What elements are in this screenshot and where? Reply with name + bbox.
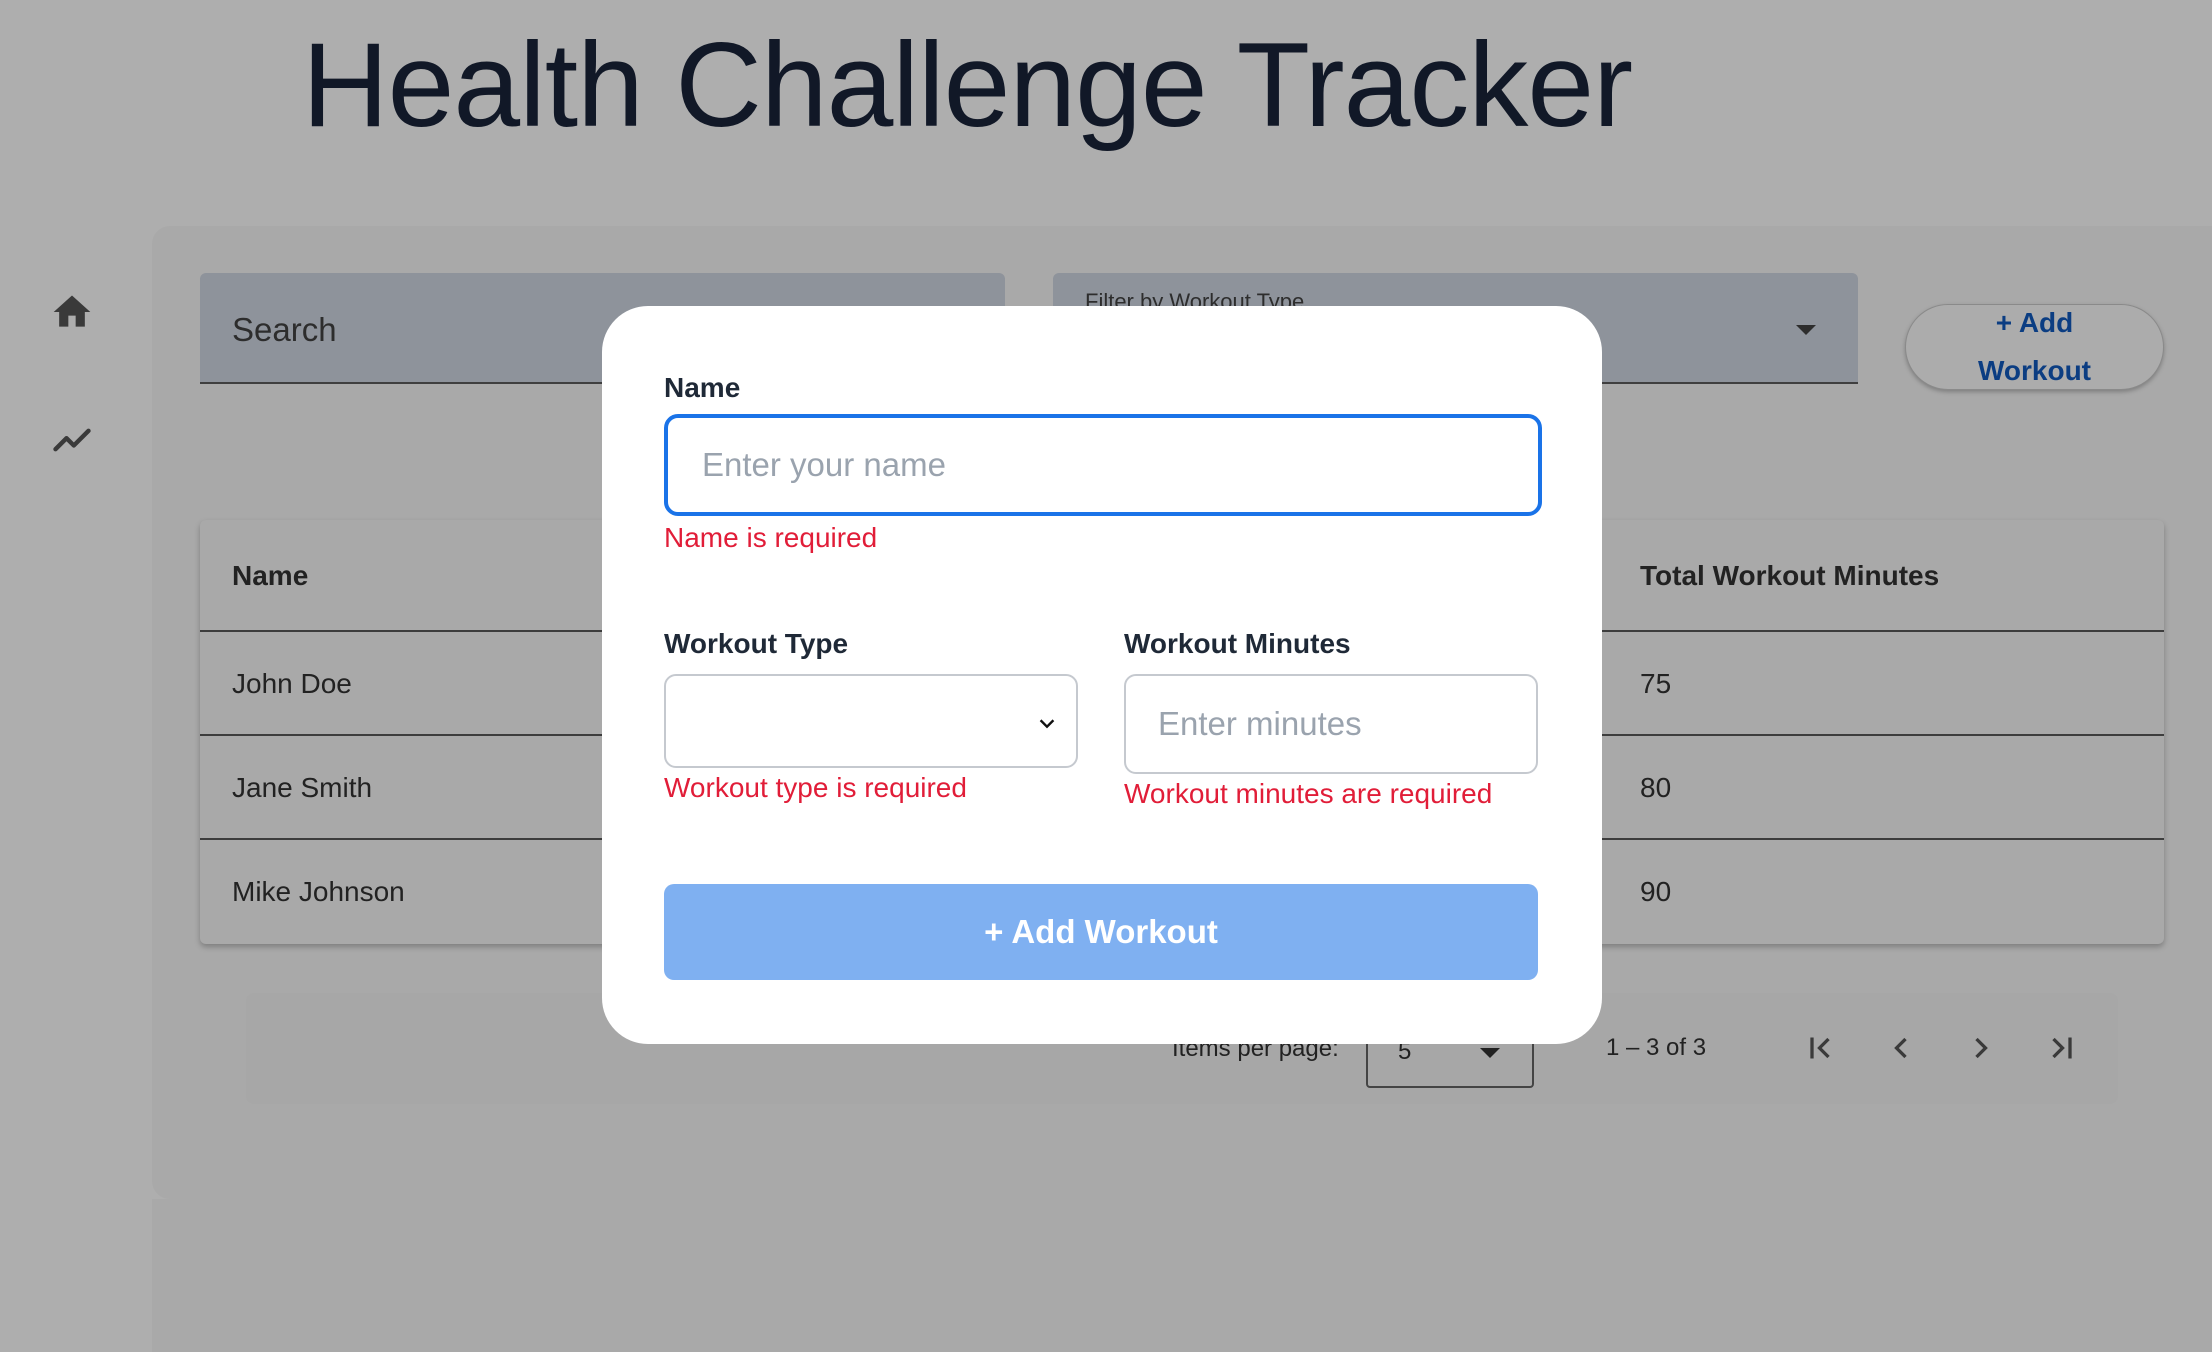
- first-page-button[interactable]: [1801, 1028, 1841, 1068]
- workout-minutes-label: Workout Minutes: [1124, 628, 1351, 659]
- next-page-button[interactable]: [1961, 1028, 2001, 1068]
- add-workout-dialog: Name Name is required Workout Type Worko…: [602, 306, 1602, 1044]
- chevron-right-icon: [1975, 1037, 1988, 1059]
- page-range: 1 – 3 of 3: [1606, 1034, 1707, 1061]
- name-error: Name is required: [664, 522, 878, 553]
- first-page-icon: [1810, 1037, 1830, 1059]
- dropdown-arrow-icon: [1796, 325, 1816, 335]
- lower-panel: [152, 1199, 2212, 1352]
- submit-add-workout-button[interactable]: + Add Workout: [664, 884, 1538, 980]
- row-name: Mike Johnson: [232, 876, 405, 907]
- column-header-name[interactable]: Name: [232, 560, 308, 592]
- row-minutes: 80: [1640, 772, 1672, 803]
- chevron-down-icon: [1039, 719, 1055, 729]
- nav-progress-button[interactable]: [44, 412, 100, 468]
- last-page-icon: [2052, 1037, 2072, 1059]
- home-icon: [53, 295, 91, 327]
- name-label: Name: [664, 372, 741, 403]
- sidebar: [0, 0, 152, 1352]
- workout-type-select[interactable]: [664, 674, 1078, 768]
- add-workout-label-line2: Workout: [1977, 355, 2092, 386]
- dropdown-arrow-icon: [1480, 1048, 1500, 1058]
- row-minutes: 75: [1640, 668, 1672, 699]
- column-header-minutes[interactable]: Total Workout Minutes: [1640, 560, 1939, 592]
- workout-type-error: Workout type is required: [664, 772, 967, 803]
- trending-icon: [53, 428, 91, 452]
- chevron-left-icon: [1894, 1037, 1907, 1059]
- row-name: Jane Smith: [232, 772, 373, 803]
- page-title: Health Challenge Tracker: [302, 18, 1633, 152]
- row-minutes: 90: [1640, 876, 1672, 907]
- name-input[interactable]: [664, 414, 1542, 516]
- workout-minutes-error: Workout minutes are required: [1124, 778, 1493, 809]
- workout-minutes-input[interactable]: [1124, 674, 1538, 774]
- previous-page-button[interactable]: [1881, 1028, 1921, 1068]
- search-placeholder: Search: [232, 311, 337, 348]
- add-workout-button[interactable]: + Add Workout: [1905, 304, 2164, 390]
- add-workout-label-line1: + Add: [1995, 307, 2074, 338]
- workout-type-label: Workout Type: [664, 628, 849, 659]
- nav-home-button[interactable]: [44, 284, 100, 340]
- row-name: John Doe: [232, 668, 352, 699]
- last-page-button[interactable]: [2041, 1028, 2081, 1068]
